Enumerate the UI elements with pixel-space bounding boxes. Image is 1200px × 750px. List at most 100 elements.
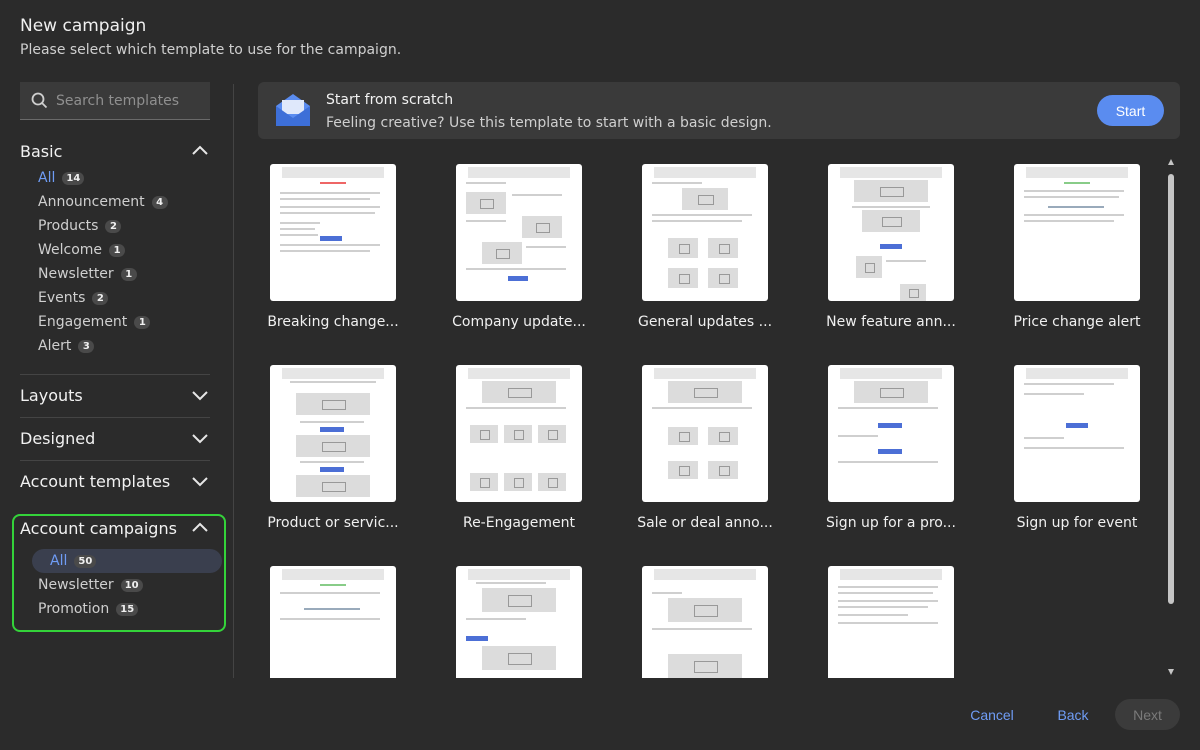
section-account-campaigns-header[interactable]: Account campaigns [20, 516, 210, 540]
thumb-line [852, 206, 930, 208]
template-card[interactable]: General updates ... [630, 164, 780, 330]
thumb-image [470, 425, 498, 443]
item-label: Events [38, 290, 86, 306]
template-card[interactable] [630, 566, 780, 678]
item-label: All [38, 170, 56, 186]
thumb-image [522, 216, 562, 238]
template-label: Breaking change... [267, 314, 399, 330]
dialog-title: New campaign [20, 16, 147, 36]
thumb-line [838, 461, 938, 463]
count-badge: 1 [109, 243, 126, 257]
basic-item-engagement[interactable]: Engagement 1 [38, 310, 210, 334]
thumb-image [482, 242, 522, 264]
account-campaigns-item-newsletter[interactable]: Newsletter 10 [38, 573, 210, 597]
basic-item-alert[interactable]: Alert 3 [38, 334, 210, 358]
section-account-campaigns: Account campaigns All 50 Newsletter 10 Pro… [20, 516, 222, 621]
thumb-image [862, 210, 920, 232]
template-thumbnail [642, 164, 768, 301]
section-account-templates-header[interactable]: Account templates [20, 461, 210, 501]
thumb-line [838, 592, 933, 594]
section-designed-header[interactable]: Designed [20, 418, 210, 458]
template-thumbnail [642, 566, 768, 678]
scratch-text: Start from scratch Feeling creative? Use… [326, 92, 772, 131]
template-card[interactable]: Company update... [444, 164, 594, 330]
template-card[interactable]: Sign up for event [1002, 365, 1152, 531]
back-button[interactable]: Back [1044, 699, 1102, 730]
thumb-line [1024, 383, 1114, 385]
template-card[interactable]: New feature ann... [816, 164, 966, 330]
thumb-line [838, 600, 938, 602]
template-thumbnail [1014, 164, 1140, 301]
template-card[interactable]: Re-Engagement [444, 365, 594, 531]
section-layouts-header[interactable]: Layouts [20, 375, 210, 415]
thumb-line [476, 582, 546, 584]
thumb-image [668, 238, 698, 258]
scroll-down-icon[interactable] [1167, 668, 1175, 676]
template-card[interactable] [444, 566, 594, 678]
thumb-image [538, 425, 566, 443]
thumb-header [282, 569, 384, 580]
item-label: Promotion [38, 601, 110, 617]
template-card[interactable]: Price change alert [1002, 164, 1152, 330]
thumb-line [320, 182, 346, 184]
thumb-line [280, 212, 375, 214]
thumb-image [482, 646, 556, 670]
count-badge: 2 [92, 291, 109, 305]
thumb-image [668, 598, 742, 622]
chevron-up-icon [192, 522, 208, 532]
thumb-line [1024, 220, 1114, 222]
thumb-header [468, 368, 570, 379]
thumb-line [652, 407, 752, 409]
thumb-header [282, 368, 384, 379]
dialog-header: New campaign Please select which templat… [20, 16, 401, 58]
search-input[interactable]: Search templates [20, 82, 210, 120]
scratch-description: Feeling creative? Use this template to s… [326, 115, 772, 131]
template-label: New feature ann... [826, 314, 956, 330]
account-campaigns-item-promotion[interactable]: Promotion 15 [38, 597, 210, 621]
thumb-line [280, 206, 380, 208]
section-layouts-title: Layouts [20, 385, 83, 405]
basic-item-welcome[interactable]: Welcome 1 [38, 238, 210, 262]
scrollbar-thumb[interactable] [1168, 174, 1174, 604]
section-basic-header[interactable]: Basic [20, 136, 210, 166]
start-button[interactable]: Start [1097, 95, 1164, 126]
basic-item-events[interactable]: Events 2 [38, 286, 210, 310]
thumb-line [838, 622, 938, 624]
template-card[interactable]: Sign up for a pro... [816, 365, 966, 531]
thumb-line [512, 194, 562, 196]
basic-item-announcement[interactable]: Announcement 4 [38, 190, 210, 214]
search-icon [31, 92, 48, 109]
basic-item-newsletter[interactable]: Newsletter 1 [38, 262, 210, 286]
thumb-line [466, 268, 566, 270]
thumb-line [280, 228, 315, 230]
thumb-line [838, 586, 938, 588]
basic-item-products[interactable]: Products 2 [38, 214, 210, 238]
thumb-image [682, 188, 728, 210]
template-label: Price change alert [1013, 314, 1141, 330]
thumb-image [504, 473, 532, 491]
thumb-line [280, 244, 380, 246]
template-card[interactable]: Sale or deal anno... [630, 365, 780, 531]
basic-item-all[interactable]: All 14 [38, 166, 210, 190]
thumb-line [1024, 437, 1064, 439]
template-card[interactable] [258, 566, 408, 678]
scrollbar[interactable] [1164, 156, 1178, 678]
thumb-line [652, 214, 752, 216]
thumb-header [654, 569, 756, 580]
thumb-line [1064, 182, 1090, 184]
thumb-button [320, 467, 344, 472]
account-campaigns-item-all[interactable]: All 50 [32, 549, 222, 573]
cancel-button[interactable]: Cancel [960, 699, 1024, 730]
template-card[interactable]: Product or servic... [258, 365, 408, 531]
thumb-image [504, 425, 532, 443]
thumb-line [838, 435, 878, 437]
item-label: Newsletter [38, 266, 114, 282]
thumb-image [856, 256, 882, 278]
template-card[interactable]: Breaking change... [258, 164, 408, 330]
thumb-line [300, 461, 364, 463]
thumb-line [652, 220, 742, 222]
template-card[interactable] [816, 566, 966, 678]
next-button[interactable]: Next [1115, 699, 1180, 730]
scroll-up-icon[interactable] [1167, 158, 1175, 166]
template-thumbnail [642, 365, 768, 502]
